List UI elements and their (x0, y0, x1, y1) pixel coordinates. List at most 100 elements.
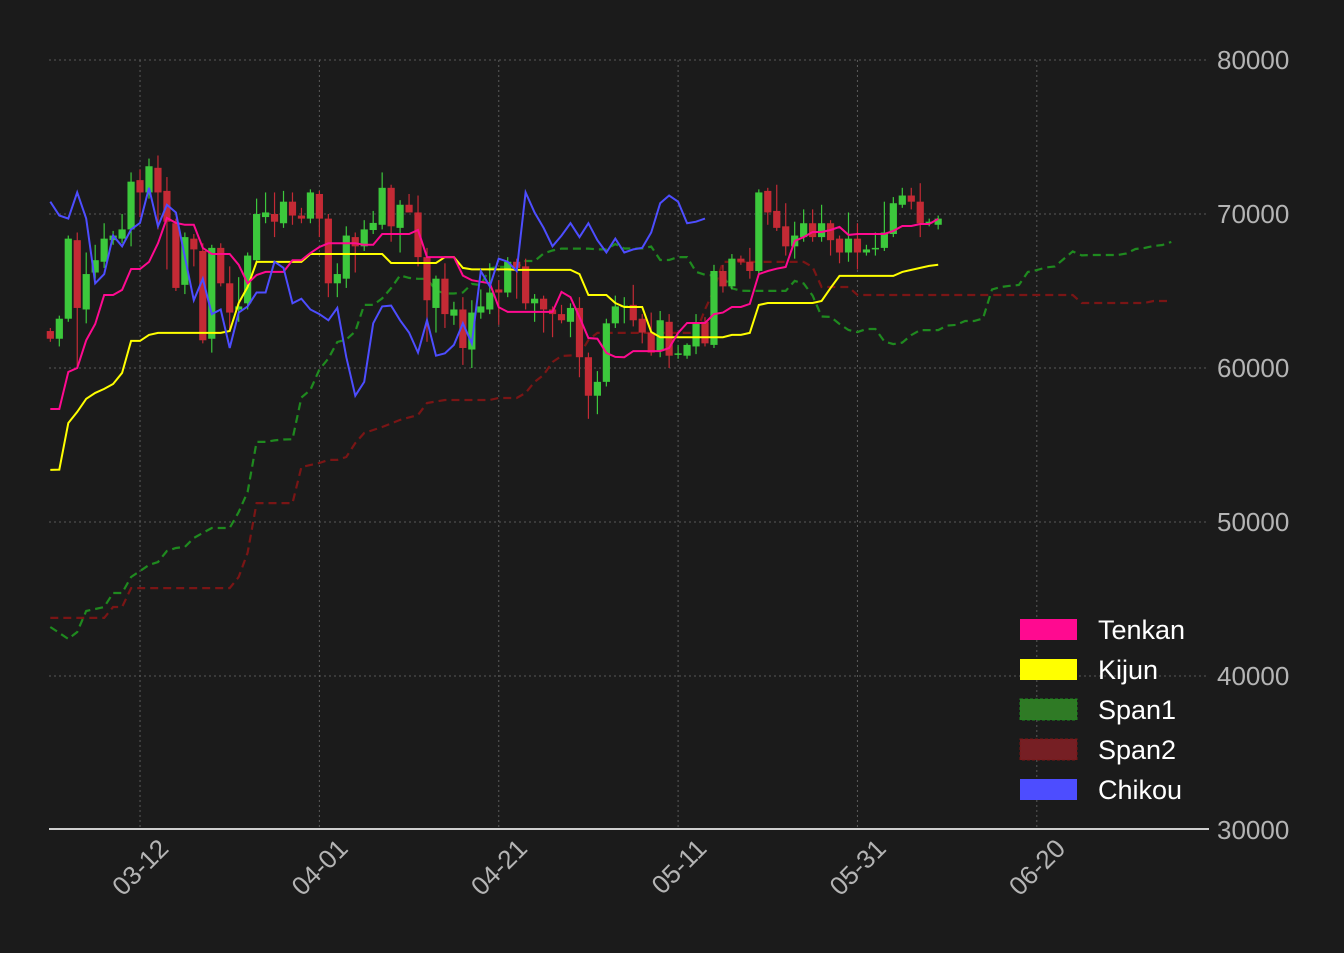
candle-body (916, 201, 924, 224)
candle-body (432, 278, 440, 308)
candle-body (773, 210, 781, 228)
candle-body (647, 332, 655, 353)
candle-body (172, 223, 180, 288)
candle-up (64, 235, 72, 322)
candle-body (405, 204, 413, 213)
candle-body (55, 318, 63, 339)
candle-up (728, 254, 736, 290)
candle-body (504, 261, 512, 293)
y-tick-label: 50000 (1217, 507, 1289, 537)
legend-swatch-chikou (1020, 779, 1077, 800)
candle-body (611, 306, 619, 324)
legend-label: Span1 (1098, 695, 1176, 725)
candle-body (835, 238, 844, 253)
candle-body (853, 238, 862, 253)
candle-body (746, 261, 754, 271)
candle-body (871, 247, 879, 250)
candle-body (190, 238, 198, 250)
candle-body (539, 298, 548, 310)
candle-up (710, 264, 718, 348)
candle-body (369, 222, 377, 231)
candle-body (782, 226, 790, 247)
candle-body (46, 331, 54, 339)
candle-body (817, 223, 826, 238)
candle-body (441, 278, 449, 315)
candle-body (665, 321, 673, 356)
candle-body (486, 292, 494, 310)
candle-body (584, 357, 593, 396)
candle-body (342, 235, 350, 279)
ichimoku-chart: 300004000050000600007000080000 03-12 04-0… (0, 0, 1344, 953)
candle-body (118, 229, 126, 239)
candle-body (495, 289, 503, 293)
candle-body (450, 309, 458, 316)
candle-body (288, 201, 297, 216)
candle-body (683, 344, 691, 356)
candle-body (387, 187, 395, 227)
legend-label: Span2 (1098, 735, 1176, 765)
candle-body (674, 353, 682, 355)
candle-up (306, 189, 315, 224)
candle-body (755, 192, 763, 271)
y-tick-label: 40000 (1217, 661, 1289, 691)
y-tick-label: 80000 (1217, 45, 1289, 75)
candle-body (531, 298, 539, 304)
candle-body (199, 250, 207, 341)
legend-label: Chikou (1098, 775, 1182, 805)
y-tick-label: 60000 (1217, 353, 1289, 383)
candle-body (127, 181, 135, 230)
candle-body (100, 238, 108, 262)
candle-body (522, 266, 530, 304)
candle-body (862, 249, 871, 253)
candle-body (809, 223, 817, 238)
candle-body (826, 223, 835, 241)
legend-label: Kijun (1098, 655, 1158, 685)
legend-swatch-kijun (1020, 659, 1077, 680)
legend-item-span1: Span1 (1019, 695, 1176, 725)
candle-body (638, 318, 646, 333)
candle-body (844, 238, 853, 253)
candle-body (261, 212, 270, 218)
candle-body (396, 204, 404, 228)
legend-swatch-span1 (1019, 698, 1078, 721)
candle-body (208, 247, 216, 339)
candle-body (701, 321, 709, 344)
candle-up (208, 244, 216, 353)
candle-body (907, 195, 915, 202)
legend-swatch-tenkan (1020, 619, 1077, 640)
legend-label: Tenkan (1098, 615, 1185, 645)
candle-up (755, 189, 763, 275)
candle-body (719, 270, 727, 287)
candle-body (333, 274, 341, 284)
candle-body (557, 314, 566, 321)
candle-body (73, 240, 81, 308)
candle-body (136, 180, 144, 193)
candle-body (297, 215, 306, 219)
candle-down (217, 243, 225, 287)
candle-body (270, 214, 279, 222)
candle-body (593, 381, 601, 396)
legend-item-span2: Span2 (1019, 735, 1176, 765)
candle-body (306, 192, 315, 219)
candle-body (737, 258, 745, 262)
candle-body (692, 323, 700, 347)
candle-body (764, 190, 772, 213)
candle-body (253, 214, 261, 261)
candle-body (64, 238, 72, 319)
candle-body (566, 307, 575, 322)
candle-body (82, 274, 90, 310)
legend-swatch-span2 (1019, 738, 1078, 761)
candle-body (477, 306, 485, 313)
candle-body (351, 237, 359, 247)
y-tick-label: 30000 (1217, 815, 1289, 845)
chart-background (0, 0, 1344, 953)
candle-body (226, 283, 234, 313)
y-tick-label: 70000 (1217, 199, 1289, 229)
candle-body (728, 258, 736, 287)
candle-body (710, 270, 718, 345)
candle-body (898, 195, 906, 205)
candle-body (315, 193, 323, 219)
candle-body (378, 187, 386, 225)
candle-down (199, 243, 207, 344)
candle-body (154, 167, 162, 193)
